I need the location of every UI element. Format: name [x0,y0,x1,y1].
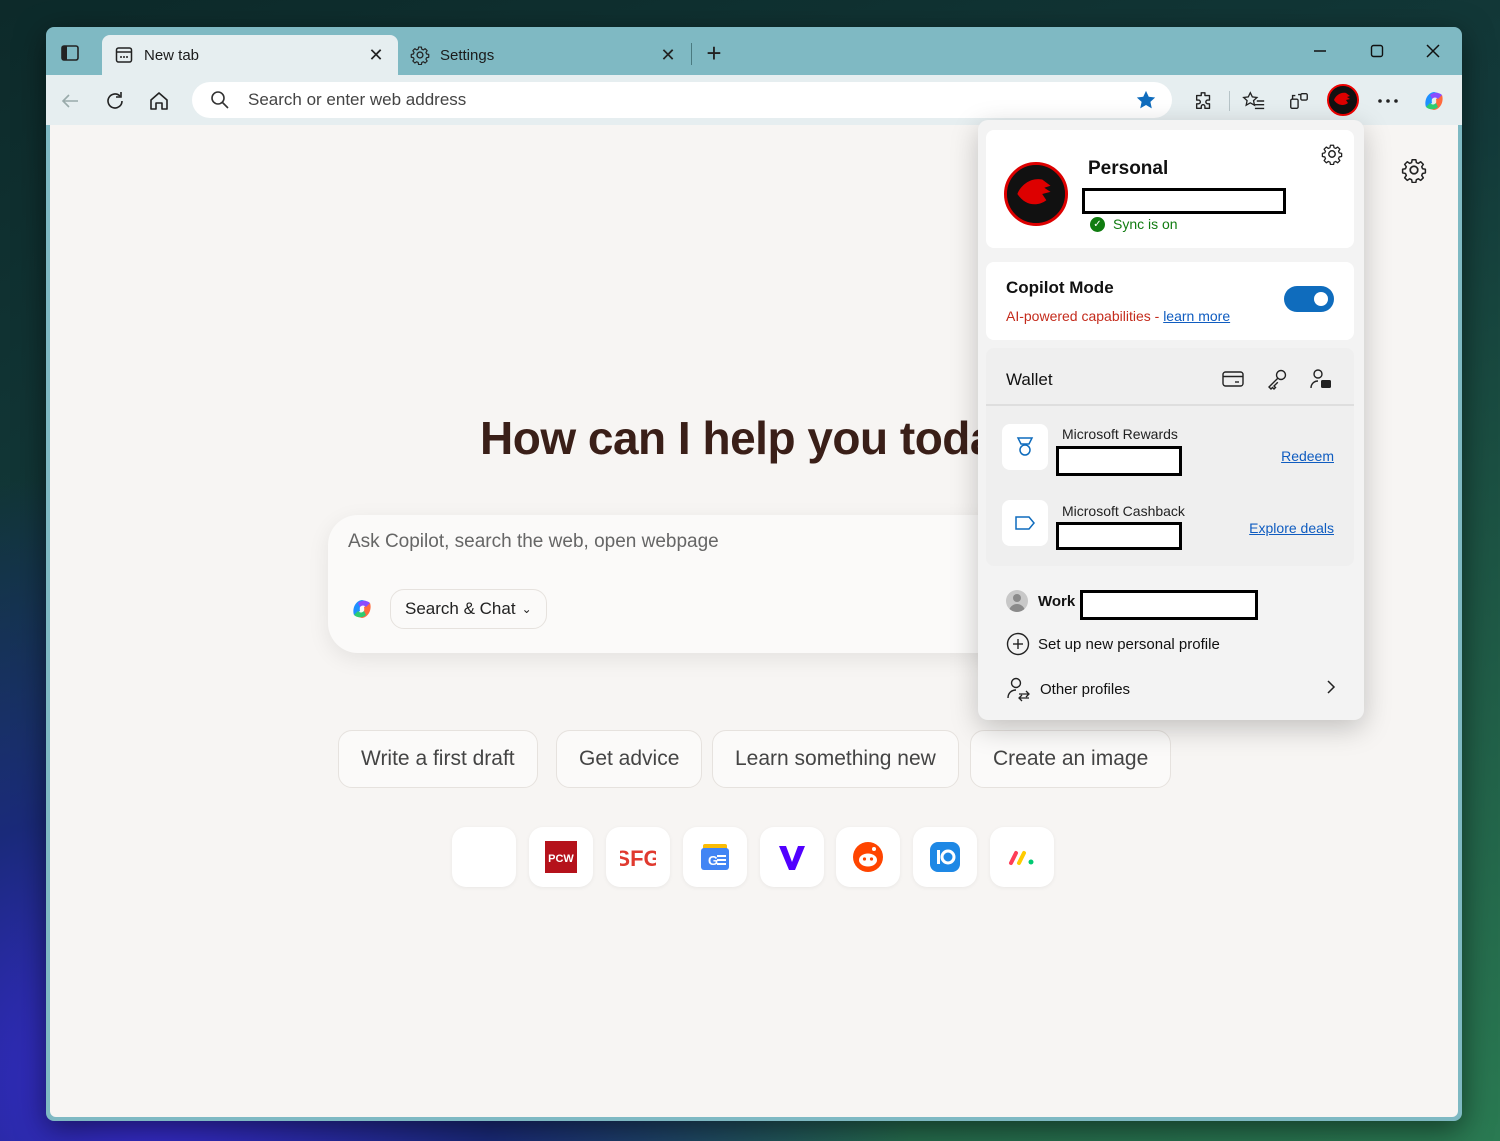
add-circle-icon [1006,632,1030,656]
setup-profile-label: Set up new personal profile [1038,635,1220,653]
close-window-button[interactable] [1413,37,1453,65]
profile-card: Personal ✓ Sync is on [986,130,1354,248]
rewards-label: Microsoft Rewards [1062,426,1178,442]
quick-link-mio[interactable] [913,827,977,887]
extensions-icon[interactable] [1188,85,1220,117]
quick-link-reddit[interactable] [836,827,900,887]
wallet-title: Wallet [1006,370,1053,389]
new-tab-button[interactable]: + [700,38,728,68]
tab-actions-icon[interactable] [56,39,84,67]
quick-link-monday[interactable] [990,827,1054,887]
suggestion-chip[interactable]: Learn something new [712,730,959,788]
refresh-button[interactable] [99,85,131,117]
tab-title: Settings [440,46,495,64]
learn-more-link[interactable]: learn more [1163,308,1230,324]
svg-text:SFG: SFG [620,846,656,871]
work-profile-item[interactable]: Work [1006,590,1075,612]
toggle-knob [1314,292,1328,306]
tab-title: New tab [144,46,200,64]
quick-link-verge[interactable] [760,827,824,887]
other-profiles-label: Other profiles [1040,680,1131,698]
suggestion-chip[interactable]: Get advice [556,730,703,788]
redacted-email [1082,188,1286,214]
redacted-rewards-points [1056,446,1182,476]
switch-profile-icon [1006,676,1032,702]
work-avatar [1006,590,1028,612]
sync-status: ✓ Sync is on [1090,216,1178,232]
favorites-icon[interactable] [1238,85,1270,117]
profile-flyout: Personal ✓ Sync is on Copilot Mode AI-po… [978,120,1364,720]
minimize-button[interactable] [1300,37,1340,65]
profile-name: Personal [1088,158,1169,179]
address-bar[interactable] [192,82,1172,118]
copilot-mode-card: Copilot Mode AI-powered capabilities - l… [986,262,1354,340]
quick-link-pcw[interactable]: PCW [529,827,593,887]
back-button[interactable] [54,85,86,117]
tab-settings[interactable]: Settings ✕ [398,35,690,75]
wallet-section: Wallet Microsoft Rewards Redeem Microsof… [986,348,1354,566]
avatar[interactable] [1004,162,1068,226]
more-options-icon[interactable] [1372,85,1404,117]
svg-text:G: G [708,853,718,868]
ask-input[interactable] [348,531,1048,553]
tab-divider [691,43,692,65]
address-input[interactable] [248,90,1132,110]
payment-card-icon[interactable] [1220,367,1246,391]
cashback-label: Microsoft Cashback [1062,503,1185,519]
mode-dropdown[interactable]: Search & Chat ⌄ [390,589,547,629]
explore-deals-link[interactable]: Explore deals [1249,520,1334,536]
copilot-mode-subtitle: AI-powered capabilities - learn more [1006,308,1230,324]
tab-strip: New tab ✕ Settings ✕ + [46,27,1462,75]
other-profiles-item[interactable]: Other profiles [1006,676,1336,702]
star-icon[interactable] [1132,86,1160,114]
checkmark-icon: ✓ [1090,216,1105,232]
close-icon[interactable]: ✕ [366,45,386,65]
quick-link-blank[interactable] [452,827,516,887]
profile-avatar-button[interactable] [1327,84,1359,116]
chevron-right-icon [1326,679,1336,699]
tab-new-tab[interactable]: New tab ✕ [102,35,398,75]
chevron-down-icon: ⌄ [521,602,532,616]
quick-link-google-news[interactable]: G [683,827,747,887]
close-icon[interactable]: ✕ [658,45,678,65]
setup-profile-item[interactable]: Set up new personal profile [1006,632,1220,656]
copilot-icon[interactable] [1418,85,1450,117]
redeem-link[interactable]: Redeem [1281,448,1334,464]
svg-text:PCW: PCW [548,853,574,865]
home-button[interactable] [143,85,175,117]
toolbar-divider [1229,91,1230,111]
cashback-tag-icon [1002,500,1048,546]
redacted-cashback-amount [1056,522,1182,550]
suggestion-chip[interactable]: Create an image [970,730,1172,788]
quick-link-sfg[interactable]: SFG [606,827,670,887]
work-profile-label: Work [1038,592,1076,610]
copilot-mode-desc: AI-powered capabilities - [1006,308,1164,324]
redacted-work-email [1080,590,1258,620]
profile-settings-icon[interactable] [1320,142,1344,166]
search-icon [210,89,232,111]
key-icon[interactable] [1264,367,1290,391]
page-settings-icon[interactable] [1399,155,1429,185]
sync-label: Sync is on [1113,216,1178,232]
copilot-mode-toggle[interactable] [1284,286,1334,312]
wallet-header: Wallet [986,348,1354,406]
new-tab-icon [114,45,134,65]
gear-icon [410,45,430,65]
page-title: How can I help you toda [480,412,995,464]
toolbar [46,75,1462,125]
copilot-icon [348,595,376,623]
rewards-icon [1002,424,1048,470]
mode-label: Search & Chat [405,599,516,618]
copilot-mode-title: Copilot Mode [1006,278,1114,297]
suggestion-chip[interactable]: Write a first draft [338,730,538,788]
personal-info-icon[interactable] [1308,367,1334,391]
maximize-button[interactable] [1357,37,1397,65]
collections-icon[interactable] [1283,85,1315,117]
